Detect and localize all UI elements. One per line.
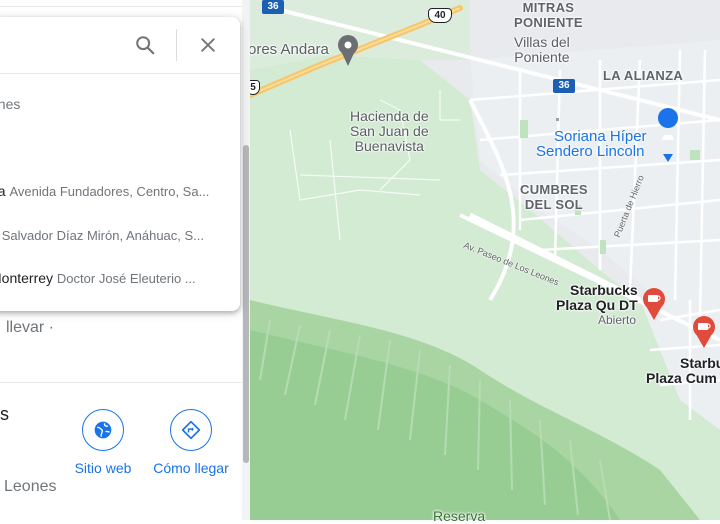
suggestion-main: Monterrey: [0, 270, 54, 286]
suggestion-main: ones: [0, 96, 21, 112]
suggestion-text[interactable]: ti: [0, 126, 226, 170]
label-mitras-line2: PONIENTE: [514, 15, 583, 30]
search-card: ones ti na Avenida Fundadores, Centro, S…: [0, 17, 240, 311]
panel-scrollbar-thumb[interactable]: [243, 145, 249, 463]
suggestion-item[interactable]: ti: [0, 126, 240, 170]
globe-icon: [94, 421, 112, 439]
route-shield-top: 36: [262, 0, 284, 14]
route-shield-40: 40: [428, 8, 452, 23]
label-soriana[interactable]: Soriana Híper Sendero Lincoln: [536, 129, 647, 159]
label-soriana-line2[interactable]: Sendero Lincoln: [536, 144, 647, 159]
label-la-alianza: LA ALIANZA: [603, 68, 684, 83]
suggestion-item[interactable]: na Avenida Fundadores, Centro, Sa...: [0, 169, 240, 213]
label-reserva: Reserva: [433, 508, 486, 524]
search-bar: [0, 17, 240, 74]
label-hacienda-line3: Buenavista: [354, 138, 424, 154]
label-hacienda-line2: San Juan de: [350, 123, 429, 139]
label-mitras-line1: MITRAS: [522, 0, 575, 15]
suggestion-main: na: [0, 183, 6, 199]
suggestion-item[interactable]: Monterrey Doctor José Eleuterio ...: [0, 256, 240, 300]
suggestion-text[interactable]: ones: [0, 82, 226, 126]
directions-button-label[interactable]: Cómo llegar: [146, 460, 236, 476]
directions-icon: [181, 420, 201, 440]
label-starbucks2-line2[interactable]: Plaza Cum: [646, 371, 720, 386]
panel-section-heading: s: [0, 404, 9, 424]
route-shield-36: 36: [553, 79, 575, 93]
search-input[interactable]: [2, 31, 126, 61]
directions-button-circle[interactable]: [170, 409, 212, 451]
label-starbucks-plaza-qu[interactable]: Starbucks Plaza Qu DT Abierto: [556, 283, 638, 328]
label-starbucks-plaza-cum[interactable]: Starbu Plaza Cum: [646, 356, 720, 386]
suggestion-text[interactable]: na Avenida Fundadores, Centro, Sa...: [0, 169, 226, 213]
label-starbucks2-line1[interactable]: Starbu: [646, 356, 720, 371]
suggestion-text[interactable]: Monterrey Doctor José Eleuterio ...: [0, 256, 226, 300]
suggestion-item[interactable]: ones: [0, 82, 240, 126]
label-mitras: MITRAS PONIENTE: [514, 0, 583, 30]
label-andara: ores Andara: [248, 41, 329, 58]
search-separator: [176, 29, 177, 61]
suggestion-address: Avenida Fundadores, Centro, Sa...: [9, 184, 210, 199]
label-hacienda: Hacienda de San Juan de Buenavista: [350, 109, 429, 154]
suggestion-text[interactable]: d Salvador Díaz Mirón, Anáhuac, S...: [0, 213, 226, 257]
label-cumbres-line2: DEL SOL: [524, 197, 584, 212]
panel-divider: [0, 382, 242, 383]
website-button-label[interactable]: Sitio web: [58, 460, 148, 476]
label-villas-line2: Poniente: [514, 49, 570, 65]
clear-search-button[interactable]: [194, 31, 222, 59]
label-starbucks1-line2[interactable]: Plaza Qu DT: [556, 298, 638, 313]
close-icon: [201, 38, 215, 52]
label-starbucks1-status: Abierto: [598, 313, 637, 327]
panel-llevar-text: llevar ·: [6, 319, 55, 336]
label-villas-line1: Villas del: [514, 34, 570, 50]
directions-button[interactable]: Cómo llegar: [146, 409, 236, 476]
suggestion-address: Salvador Díaz Mirón, Anáhuac, S...: [1, 228, 205, 243]
suggestion-item[interactable]: d Salvador Díaz Mirón, Anáhuac, S...: [0, 213, 240, 257]
search-button[interactable]: [131, 31, 159, 59]
label-cumbres-del-sol: CUMBRES DEL SOL: [520, 182, 588, 212]
label-cumbres-line1: CUMBRES: [520, 182, 588, 197]
suggestion-address: Doctor José Eleuterio ...: [56, 271, 196, 286]
label-starbucks1-line1[interactable]: Starbucks: [556, 283, 638, 298]
panel-top-strip: [0, 0, 250, 7]
website-button-circle[interactable]: [82, 409, 124, 451]
search-icon: [136, 36, 155, 55]
website-button[interactable]: Sitio web: [58, 409, 148, 476]
panel-address-fragment: Leones: [4, 478, 57, 495]
label-soriana-line1[interactable]: Soriana Híper: [536, 129, 647, 144]
label-villas-del-poniente: Villas del Poniente: [514, 35, 570, 65]
label-hacienda-line1: Hacienda de: [350, 108, 429, 124]
